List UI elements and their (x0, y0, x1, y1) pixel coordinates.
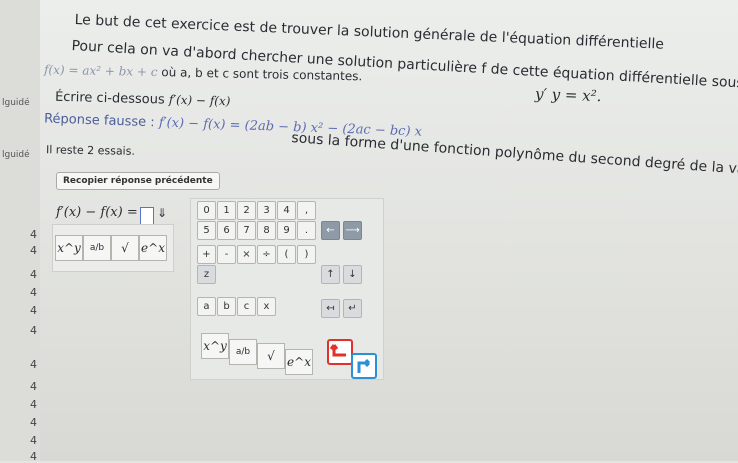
key-8[interactable]: 8 (257, 221, 276, 240)
key-rparen[interactable]: ) (297, 245, 316, 264)
margin-tick: 4 (30, 286, 37, 299)
key-z[interactable]: z (197, 265, 216, 284)
key-2[interactable]: 2 (237, 201, 256, 220)
key-9[interactable]: 9 (277, 221, 296, 240)
margin-tick: 4 (30, 450, 37, 463)
key-4[interactable]: 4 (277, 201, 296, 220)
redo-icon[interactable] (351, 353, 377, 379)
fraction-key-label: a/b (89, 243, 105, 253)
kp-sqrt-key[interactable]: √ (257, 343, 285, 369)
kp-fraction-label: a/b (235, 347, 251, 357)
keypad: 0 1 2 3 4 , 5 6 7 8 9 . ← ⟶ + - × ÷ ( ) … (190, 198, 384, 380)
sqrt-key[interactable]: √ (111, 235, 139, 261)
answer-input[interactable] (140, 207, 154, 225)
key-a[interactable]: a (197, 297, 216, 316)
key-x[interactable]: x (257, 297, 276, 316)
exp-key[interactable]: e^x (139, 235, 167, 261)
key-dot[interactable]: . (297, 221, 316, 240)
copy-previous-button[interactable]: Recopier réponse précédente (56, 172, 220, 190)
margin-tick: 4 (30, 244, 37, 257)
margin-tick: 4 (30, 398, 37, 411)
key-lparen[interactable]: ( (277, 245, 296, 264)
key-7[interactable]: 7 (237, 221, 256, 240)
margin-tick: 4 (30, 228, 37, 241)
exp-key-label: e^x (141, 241, 165, 255)
margin-tick: 4 (30, 416, 37, 429)
key-times[interactable]: × (237, 245, 256, 264)
margin-tick: 4 (30, 304, 37, 317)
kp-exp-label: e^x (287, 355, 311, 369)
key-c[interactable]: c (237, 297, 256, 316)
margin-tick: 4 (30, 358, 37, 371)
kp-exp-key[interactable]: e^x (285, 349, 313, 375)
power-key[interactable]: x^y (55, 235, 83, 261)
key-6[interactable]: 6 (217, 221, 236, 240)
up-arrow-key[interactable]: ↑ (321, 265, 340, 284)
kp-fraction-key[interactable]: a/b (229, 339, 257, 365)
f-definition-expr: f(x) = ax² + bx + c (43, 62, 158, 80)
instruction-prefix: Écrire ci-dessous (54, 89, 165, 108)
fraction-key[interactable]: a/b (83, 235, 111, 261)
key-b[interactable]: b (217, 297, 236, 316)
instruction-expr: f′(x) − f(x) (168, 92, 231, 109)
expand-keypad-icon[interactable]: ⇓ (157, 206, 167, 220)
left-arrow-key[interactable]: ↤ (321, 299, 340, 318)
margin-tick: 4 (30, 324, 37, 337)
left-func-keys: x^y a/b √ e^x (52, 224, 174, 272)
key-1[interactable]: 1 (217, 201, 236, 220)
side-label: lguidé (2, 98, 30, 108)
key-comma[interactable]: , (297, 201, 316, 220)
enter-key[interactable]: ↵ (343, 299, 362, 318)
kp-power-label: x^y (203, 339, 227, 353)
kp-power-key[interactable]: x^y (201, 333, 229, 359)
margin-tick: 4 (30, 434, 37, 447)
kp-sqrt-label: √ (267, 349, 275, 363)
clear-key[interactable]: ⟶ (343, 221, 362, 240)
margin-tick: 4 (30, 268, 37, 281)
backspace-key[interactable]: ← (321, 221, 340, 240)
key-5[interactable]: 5 (197, 221, 216, 240)
power-key-label: x^y (57, 241, 81, 255)
down-arrow-key[interactable]: ↓ (343, 265, 362, 284)
attempts-left: Il reste 2 essais. (45, 143, 136, 158)
key-minus[interactable]: - (217, 245, 236, 264)
sqrt-key-label: √ (121, 241, 129, 255)
key-plus[interactable]: + (197, 245, 216, 264)
undo-icon[interactable] (327, 339, 353, 365)
intro-equation: y′ y = x². (534, 84, 602, 106)
input-prefix: f′(x) − f(x) = (56, 205, 138, 220)
key-divide[interactable]: ÷ (257, 245, 276, 264)
key-3[interactable]: 3 (257, 201, 276, 220)
side-label: lguidé (2, 150, 30, 160)
key-0[interactable]: 0 (197, 201, 216, 220)
margin-tick: 4 (30, 380, 37, 393)
